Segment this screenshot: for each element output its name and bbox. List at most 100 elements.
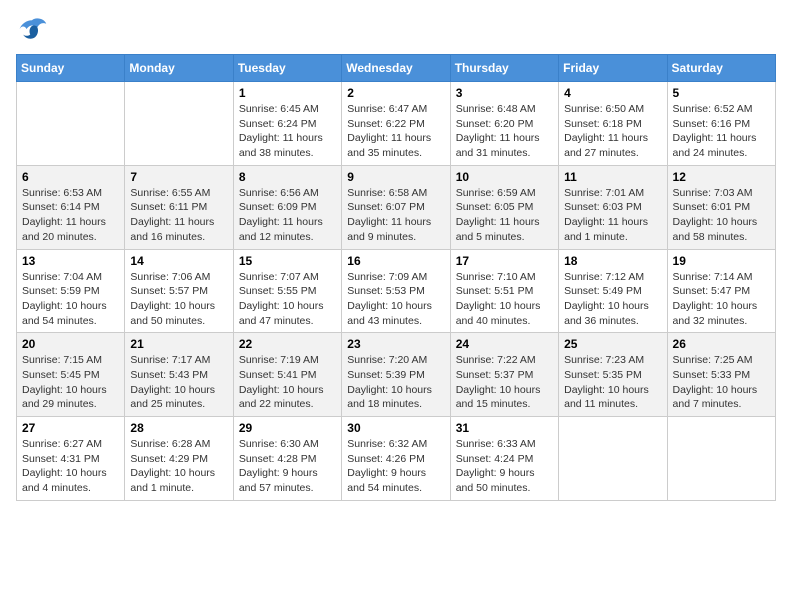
day-number: 5	[673, 86, 770, 100]
day-cell: 27Sunrise: 6:27 AMSunset: 4:31 PMDayligh…	[17, 417, 125, 501]
day-info-text: Sunrise: 6:53 AM	[22, 186, 119, 201]
day-info-text: Sunrise: 6:47 AM	[347, 102, 444, 117]
day-info-text: Sunrise: 7:07 AM	[239, 270, 336, 285]
day-info-text: Daylight: 9 hours and 57 minutes.	[239, 466, 336, 495]
day-info-text: Daylight: 10 hours and 58 minutes.	[673, 215, 770, 244]
week-row-3: 13Sunrise: 7:04 AMSunset: 5:59 PMDayligh…	[17, 249, 776, 333]
day-info-text: Daylight: 10 hours and 18 minutes.	[347, 383, 444, 412]
day-info-text: Sunset: 6:03 PM	[564, 200, 661, 215]
header-row: SundayMondayTuesdayWednesdayThursdayFrid…	[17, 55, 776, 82]
day-info-text: Sunset: 5:37 PM	[456, 368, 553, 383]
day-number: 26	[673, 337, 770, 351]
day-number: 2	[347, 86, 444, 100]
day-info-text: Sunrise: 7:19 AM	[239, 353, 336, 368]
day-info-text: Daylight: 11 hours and 20 minutes.	[22, 215, 119, 244]
day-info-text: Daylight: 11 hours and 27 minutes.	[564, 131, 661, 160]
day-info-text: Sunset: 6:20 PM	[456, 117, 553, 132]
day-info-text: Daylight: 11 hours and 31 minutes.	[456, 131, 553, 160]
day-info-text: Sunrise: 6:48 AM	[456, 102, 553, 117]
day-info-text: Daylight: 11 hours and 24 minutes.	[673, 131, 770, 160]
day-info-text: Sunrise: 7:06 AM	[130, 270, 227, 285]
header-cell-saturday: Saturday	[667, 55, 775, 82]
day-info-text: Sunrise: 6:58 AM	[347, 186, 444, 201]
day-info-text: Sunset: 4:31 PM	[22, 452, 119, 467]
day-cell: 17Sunrise: 7:10 AMSunset: 5:51 PMDayligh…	[450, 249, 558, 333]
day-info-text: Sunset: 5:53 PM	[347, 284, 444, 299]
day-cell: 22Sunrise: 7:19 AMSunset: 5:41 PMDayligh…	[233, 333, 341, 417]
week-row-2: 6Sunrise: 6:53 AMSunset: 6:14 PMDaylight…	[17, 165, 776, 249]
day-info-text: Sunrise: 6:56 AM	[239, 186, 336, 201]
day-number: 3	[456, 86, 553, 100]
day-number: 27	[22, 421, 119, 435]
day-number: 15	[239, 254, 336, 268]
logo-bird-icon	[16, 16, 48, 44]
day-info-text: Sunrise: 6:32 AM	[347, 437, 444, 452]
header-cell-thursday: Thursday	[450, 55, 558, 82]
day-number: 7	[130, 170, 227, 184]
page-header	[16, 16, 776, 44]
day-info-text: Sunset: 6:11 PM	[130, 200, 227, 215]
day-number: 17	[456, 254, 553, 268]
day-cell	[559, 417, 667, 501]
day-cell: 11Sunrise: 7:01 AMSunset: 6:03 PMDayligh…	[559, 165, 667, 249]
day-info-text: Sunrise: 6:33 AM	[456, 437, 553, 452]
day-info-text: Daylight: 10 hours and 4 minutes.	[22, 466, 119, 495]
day-cell: 12Sunrise: 7:03 AMSunset: 6:01 PMDayligh…	[667, 165, 775, 249]
day-info-text: Sunrise: 7:17 AM	[130, 353, 227, 368]
day-cell: 2Sunrise: 6:47 AMSunset: 6:22 PMDaylight…	[342, 82, 450, 166]
logo	[16, 16, 52, 44]
week-row-4: 20Sunrise: 7:15 AMSunset: 5:45 PMDayligh…	[17, 333, 776, 417]
day-number: 25	[564, 337, 661, 351]
day-info-text: Daylight: 10 hours and 54 minutes.	[22, 299, 119, 328]
day-number: 6	[22, 170, 119, 184]
day-cell: 9Sunrise: 6:58 AMSunset: 6:07 PMDaylight…	[342, 165, 450, 249]
header-cell-friday: Friday	[559, 55, 667, 82]
header-cell-tuesday: Tuesday	[233, 55, 341, 82]
day-info-text: Sunset: 6:14 PM	[22, 200, 119, 215]
day-info-text: Sunset: 5:35 PM	[564, 368, 661, 383]
day-number: 16	[347, 254, 444, 268]
day-number: 19	[673, 254, 770, 268]
header-cell-sunday: Sunday	[17, 55, 125, 82]
day-info-text: Daylight: 10 hours and 7 minutes.	[673, 383, 770, 412]
day-number: 14	[130, 254, 227, 268]
day-info-text: Daylight: 10 hours and 40 minutes.	[456, 299, 553, 328]
day-cell: 21Sunrise: 7:17 AMSunset: 5:43 PMDayligh…	[125, 333, 233, 417]
day-number: 21	[130, 337, 227, 351]
day-number: 30	[347, 421, 444, 435]
day-number: 20	[22, 337, 119, 351]
day-cell: 30Sunrise: 6:32 AMSunset: 4:26 PMDayligh…	[342, 417, 450, 501]
day-info-text: Daylight: 10 hours and 22 minutes.	[239, 383, 336, 412]
day-info-text: Sunrise: 7:23 AM	[564, 353, 661, 368]
day-cell: 6 Sunrise: 6:53 AMSunset: 6:14 PMDaylight…	[17, 165, 125, 249]
day-cell: 5Sunrise: 6:52 AMSunset: 6:16 PMDaylight…	[667, 82, 775, 166]
day-info-text: Sunrise: 6:50 AM	[564, 102, 661, 117]
day-info-text: Sunset: 6:22 PM	[347, 117, 444, 132]
day-cell: 28Sunrise: 6:28 AMSunset: 4:29 PMDayligh…	[125, 417, 233, 501]
day-info-text: Daylight: 10 hours and 36 minutes.	[564, 299, 661, 328]
day-info-text: Daylight: 11 hours and 38 minutes.	[239, 131, 336, 160]
day-info-text: Sunrise: 7:25 AM	[673, 353, 770, 368]
day-info-text: Daylight: 11 hours and 9 minutes.	[347, 215, 444, 244]
day-number: 22	[239, 337, 336, 351]
day-info-text: Sunset: 5:49 PM	[564, 284, 661, 299]
day-info-text: Sunset: 5:51 PM	[456, 284, 553, 299]
week-row-1: 1Sunrise: 6:45 AMSunset: 6:24 PMDaylight…	[17, 82, 776, 166]
day-info-text: Sunset: 5:55 PM	[239, 284, 336, 299]
day-cell	[667, 417, 775, 501]
day-info-text: Sunrise: 7:03 AM	[673, 186, 770, 201]
day-number: 31	[456, 421, 553, 435]
day-info-text: Daylight: 10 hours and 47 minutes.	[239, 299, 336, 328]
day-info-text: Sunrise: 6:45 AM	[239, 102, 336, 117]
day-info-text: Sunrise: 6:52 AM	[673, 102, 770, 117]
day-info-text: Sunset: 5:39 PM	[347, 368, 444, 383]
day-info-text: Sunset: 6:01 PM	[673, 200, 770, 215]
day-info-text: Sunset: 6:18 PM	[564, 117, 661, 132]
day-number: 29	[239, 421, 336, 435]
day-cell: 26Sunrise: 7:25 AMSunset: 5:33 PMDayligh…	[667, 333, 775, 417]
day-number: 9	[347, 170, 444, 184]
day-cell: 19Sunrise: 7:14 AMSunset: 5:47 PMDayligh…	[667, 249, 775, 333]
day-info-text: Sunrise: 6:28 AM	[130, 437, 227, 452]
day-info-text: Daylight: 10 hours and 43 minutes.	[347, 299, 444, 328]
day-info-text: Sunrise: 7:12 AM	[564, 270, 661, 285]
